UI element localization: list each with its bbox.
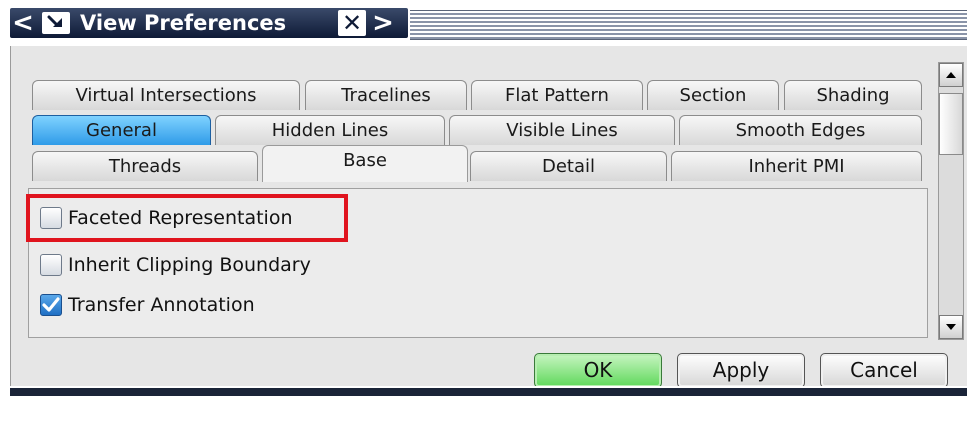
option-transfer-annotation[interactable]: Transfer Annotation [40,290,255,320]
tab-general[interactable]: General [32,115,211,145]
tab-detail[interactable]: Detail [470,151,667,181]
tab-base[interactable]: Base [262,145,468,182]
nav-prev-button[interactable]: < [12,8,34,38]
scrollbar-thumb[interactable] [939,93,963,155]
tab-threads[interactable]: Threads [32,151,258,181]
pin-icon[interactable] [42,12,70,34]
close-icon[interactable]: ✕ [338,10,366,36]
tab-flat-pattern[interactable]: Flat Pattern [471,80,643,110]
tab-tracelines[interactable]: Tracelines [305,80,467,110]
tab-section[interactable]: Section [647,80,779,110]
transfer-annotation-checkbox[interactable] [40,294,62,316]
transfer-annotation-label: Transfer Annotation [68,294,255,316]
inherit-clipping-boundary-label: Inherit Clipping Boundary [68,254,311,276]
tab-virtual-intersections[interactable]: Virtual Intersections [32,80,300,110]
window-title: View Preferences [80,11,287,35]
tab-inherit-pmi[interactable]: Inherit PMI [671,151,922,181]
arrow-down-icon[interactable] [939,315,963,339]
tab-shading[interactable]: Shading [784,80,922,110]
nav-next-button[interactable]: > [372,8,394,38]
title-bar: < View Preferences ✕ > [0,0,967,46]
tab-hidden-lines[interactable]: Hidden Lines [215,115,445,145]
tab-smooth-edges[interactable]: Smooth Edges [679,115,922,145]
arrow-up-icon[interactable] [939,63,963,87]
tab-visible-lines[interactable]: Visible Lines [449,115,675,145]
bottom-frame-edge [10,388,967,396]
apply-button[interactable]: Apply [677,353,805,388]
checkmark-icon [42,297,60,312]
cancel-button[interactable]: Cancel [820,353,948,388]
option-inherit-clipping-boundary[interactable]: Inherit Clipping Boundary [40,250,311,280]
highlight-box [26,194,348,242]
inherit-clipping-boundary-checkbox[interactable] [40,254,62,276]
vertical-scrollbar[interactable] [938,62,964,340]
ok-button[interactable]: OK [534,353,662,388]
bottom-frame [0,386,967,424]
title-bar-grip [410,10,967,40]
